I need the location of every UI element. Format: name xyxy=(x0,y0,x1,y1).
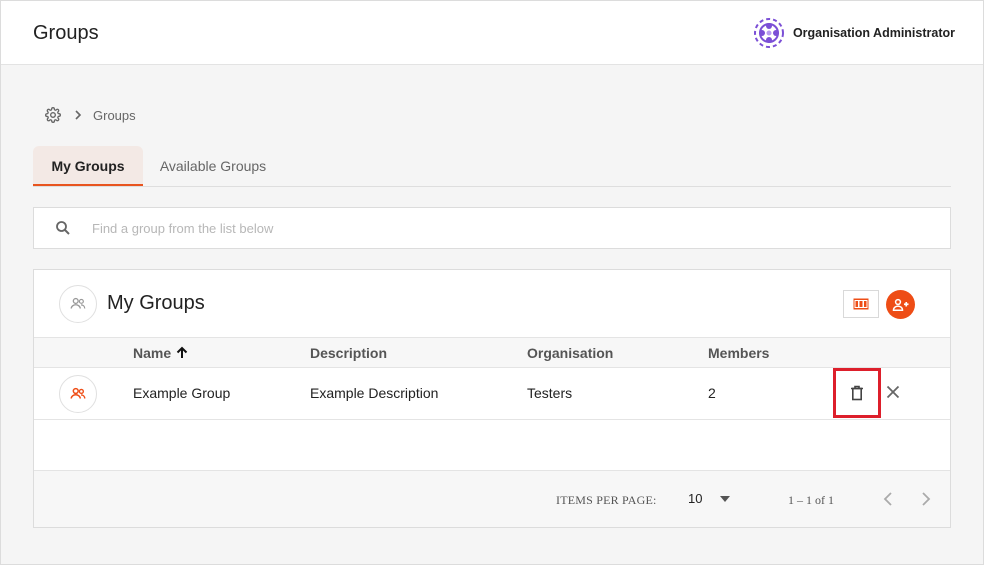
columns-icon xyxy=(853,298,869,310)
arrow-up-icon xyxy=(176,346,188,358)
column-members-label: Members xyxy=(708,345,770,361)
cell-description: Example Description xyxy=(310,385,439,401)
close-button[interactable] xyxy=(884,383,902,401)
gear-icon[interactable] xyxy=(45,107,61,123)
org-logo-icon xyxy=(753,18,784,48)
column-header-organisation[interactable]: Organisation xyxy=(527,345,613,361)
table-header: Name Description Organisation Members xyxy=(34,337,950,368)
column-organisation-label: Organisation xyxy=(527,345,614,361)
tab-bar: My Groups Available Groups xyxy=(33,146,951,187)
items-per-page-select[interactable]: 10 xyxy=(688,491,730,506)
next-page-icon[interactable] xyxy=(916,490,934,508)
tab-available-groups[interactable]: Available Groups xyxy=(143,146,283,186)
paginator: ITEMS PER PAGE: 10 1 – 1 of 1 xyxy=(34,470,950,527)
page-title: Groups xyxy=(33,22,99,44)
cell-organisation: Testers xyxy=(527,385,573,401)
items-per-page-value: 10 xyxy=(688,491,703,506)
user-menu[interactable]: Organisation Administrator xyxy=(753,17,955,49)
search-icon xyxy=(56,221,70,235)
table-row[interactable]: Example Group Example Description Tester… xyxy=(34,368,950,420)
group-icon xyxy=(70,297,86,309)
trash-icon xyxy=(851,385,863,401)
add-group-button[interactable] xyxy=(886,290,915,319)
page-range: 1 – 1 of 1 xyxy=(788,493,834,507)
items-per-page-label: ITEMS PER PAGE: xyxy=(556,493,657,507)
search-input[interactable] xyxy=(92,220,892,236)
column-header-name[interactable]: Name xyxy=(133,345,189,361)
cell-name: Example Group xyxy=(133,385,231,401)
panel-title: My Groups xyxy=(107,292,205,314)
columns-button[interactable] xyxy=(843,290,879,318)
breadcrumb: Groups xyxy=(45,107,136,123)
top-bar: Groups Organisation Administrator xyxy=(1,1,983,65)
panel-header: My Groups xyxy=(34,270,950,337)
group-icon xyxy=(70,387,86,399)
add-group-icon xyxy=(892,298,908,311)
chevron-right-icon xyxy=(75,110,82,120)
tab-my-groups[interactable]: My Groups xyxy=(33,146,143,186)
row-avatar xyxy=(59,375,97,413)
column-name-label: Name xyxy=(133,345,172,361)
column-description-label: Description xyxy=(310,345,388,361)
breadcrumb-current: Groups xyxy=(93,107,136,123)
previous-page-icon[interactable] xyxy=(880,490,898,508)
panel-avatar xyxy=(59,285,97,323)
delete-button[interactable] xyxy=(833,368,881,418)
user-name: Organisation Administrator xyxy=(792,26,955,40)
close-icon xyxy=(886,385,900,399)
empty-area xyxy=(34,420,950,470)
column-header-description[interactable]: Description xyxy=(310,345,387,361)
search-bar xyxy=(33,207,951,249)
cell-members: 2 xyxy=(708,385,716,401)
column-header-members[interactable]: Members xyxy=(708,345,769,361)
dropdown-arrow-icon xyxy=(720,495,730,502)
my-groups-panel: My Groups Name Description Organisation … xyxy=(33,269,951,528)
